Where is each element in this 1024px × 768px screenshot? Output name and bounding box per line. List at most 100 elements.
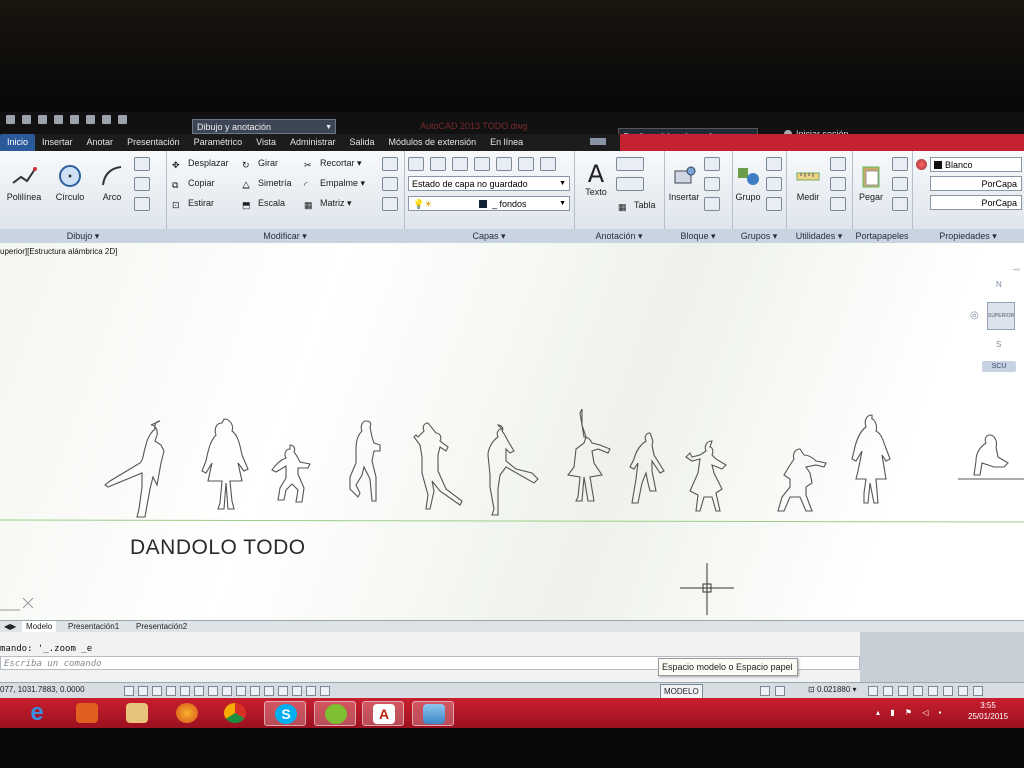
mirror-button[interactable]: ⧋ Simetría xyxy=(242,178,292,192)
dimension-icon[interactable] xyxy=(616,157,644,171)
color-select[interactable]: Blanco xyxy=(930,157,1022,172)
tab-anotar[interactable]: Anotar xyxy=(80,134,121,151)
otrack-icon[interactable] xyxy=(222,686,232,696)
app-menu-icon[interactable] xyxy=(6,115,15,124)
linetype-select[interactable]: PorCapa xyxy=(930,176,1022,191)
clean-screen-icon[interactable] xyxy=(958,686,968,696)
id-point-icon[interactable] xyxy=(830,177,846,191)
new-icon[interactable] xyxy=(22,115,31,124)
polar-icon[interactable] xyxy=(180,686,190,696)
paste-button[interactable]: Pegar xyxy=(854,163,888,202)
table-button[interactable]: ▦ Tabla xyxy=(618,200,656,214)
tab-salida[interactable]: Salida xyxy=(343,134,382,151)
stretch-button[interactable]: ⊡ Estirar xyxy=(172,198,214,212)
system-tray[interactable]: ▴ ▮ ⚑ ◁ ▪ xyxy=(876,708,945,717)
hatch-icon[interactable] xyxy=(134,177,150,191)
rectangle-icon[interactable] xyxy=(134,157,150,171)
taskbar-app-spotify[interactable] xyxy=(314,701,356,726)
ducs-icon[interactable] xyxy=(236,686,246,696)
layer-freeze-icon[interactable] xyxy=(474,157,490,171)
snap-icon[interactable] xyxy=(138,686,148,696)
quick-properties-icon[interactable] xyxy=(292,686,302,696)
open-icon[interactable] xyxy=(38,115,47,124)
cut-icon[interactable] xyxy=(892,157,908,171)
dyn-icon[interactable] xyxy=(250,686,260,696)
panel-anotacion-label[interactable]: Anotación ▾ xyxy=(574,229,664,243)
selection-cycling-icon[interactable] xyxy=(306,686,316,696)
rotate-button[interactable]: ↻ Girar xyxy=(242,158,278,172)
taskbar-app-skype[interactable]: S xyxy=(264,701,306,726)
save-icon[interactable] xyxy=(54,115,63,124)
panel-modificar-label[interactable]: Modificar ▾ xyxy=(166,229,404,243)
tab-parametrico[interactable]: Paramétrico xyxy=(187,134,250,151)
attribute-icon[interactable] xyxy=(704,197,720,211)
panel-dibujo-label[interactable]: Dibujo ▾ xyxy=(0,229,166,243)
layer-lock-icon[interactable] xyxy=(518,157,534,171)
layer-select[interactable]: 💡☀ _ fondos ▼ xyxy=(408,196,570,211)
scale-button[interactable]: ⬒ Escala xyxy=(242,198,285,212)
group-edit-icon[interactable] xyxy=(766,177,782,191)
taskbar-app-autocad[interactable]: A xyxy=(362,701,404,726)
panel-utilidades-label[interactable]: Utilidades ▾ xyxy=(786,229,852,243)
status-menu-icon[interactable] xyxy=(973,686,983,696)
group-select-icon[interactable] xyxy=(766,197,782,211)
taskbar-app-photos[interactable] xyxy=(412,701,454,726)
match-icon[interactable] xyxy=(916,159,927,170)
ungroup-icon[interactable] xyxy=(766,157,782,171)
workspace-select[interactable]: Dibujo y anotación ▼ xyxy=(192,119,336,134)
quick-view-drawings-icon[interactable] xyxy=(775,686,785,696)
hardware-acceleration-icon[interactable] xyxy=(943,686,953,696)
grid-icon[interactable] xyxy=(152,686,162,696)
taskbar-app-firefox[interactable] xyxy=(166,701,208,726)
tab-inicio[interactable]: Inicio xyxy=(0,134,36,151)
taskbar-app-explorer[interactable] xyxy=(116,701,158,726)
explode-icon[interactable] xyxy=(382,177,398,191)
ellipse-icon[interactable] xyxy=(134,197,150,211)
tab-administrar[interactable]: Administrar xyxy=(283,134,343,151)
measure-button[interactable]: Medir xyxy=(788,163,828,202)
group-button[interactable]: Grupo xyxy=(732,163,764,202)
tab-en-linea[interactable]: En línea xyxy=(483,134,530,151)
panel-propiedades-label[interactable]: Propiedades ▾ xyxy=(912,229,1024,243)
edit-block-icon[interactable] xyxy=(704,177,720,191)
offset-icon[interactable] xyxy=(382,197,398,211)
osnap-icon[interactable] xyxy=(194,686,204,696)
copy-clip-icon[interactable] xyxy=(892,177,908,191)
panel-capas-label[interactable]: Capas ▾ xyxy=(404,229,574,243)
annotation-monitor-icon[interactable] xyxy=(320,686,330,696)
taskbar-app-chrome[interactable] xyxy=(214,701,256,726)
taskbar-app-media[interactable] xyxy=(66,701,108,726)
taskbar-app-ie[interactable]: e xyxy=(16,701,58,726)
polyline-button[interactable]: Polilínea xyxy=(4,163,44,202)
match-properties-icon[interactable] xyxy=(892,197,908,211)
panel-portapapeles-label[interactable]: Portapapeles xyxy=(852,229,912,243)
tab-modulos[interactable]: Módulos de extensión xyxy=(382,134,484,151)
isolate-objects-icon[interactable] xyxy=(928,686,938,696)
move-button[interactable]: ✥ Desplazar xyxy=(172,158,229,172)
auto-scale-icon[interactable] xyxy=(883,686,893,696)
redo-icon[interactable] xyxy=(118,115,127,124)
layer-state-select[interactable]: Estado de capa no guardado ▼ xyxy=(408,176,570,191)
tab-presentacion[interactable]: Presentación xyxy=(120,134,187,151)
coordinates-display[interactable]: 077, 1031.7883, 0.0000 xyxy=(0,685,85,694)
erase-icon[interactable] xyxy=(382,157,398,171)
lineweight-select[interactable]: PorCapa xyxy=(930,195,1022,210)
transparency-icon[interactable] xyxy=(278,686,288,696)
layer-isolate-icon[interactable] xyxy=(452,157,468,171)
tab-insertar[interactable]: Insertar xyxy=(35,134,80,151)
fillet-button[interactable]: ◜ Empalme ▾ xyxy=(304,178,365,192)
ortho-icon[interactable] xyxy=(166,686,176,696)
circle-button[interactable]: Círculo xyxy=(50,163,90,202)
infer-constraints-icon[interactable] xyxy=(124,686,134,696)
annotation-visibility-icon[interactable] xyxy=(868,686,878,696)
layer-state-icon[interactable] xyxy=(430,157,446,171)
calculator-icon[interactable] xyxy=(830,197,846,211)
lineweight-icon[interactable] xyxy=(264,686,274,696)
undo-icon[interactable] xyxy=(102,115,111,124)
trim-button[interactable]: ✂ Recortar ▾ xyxy=(304,158,362,172)
leader-icon[interactable] xyxy=(616,177,644,191)
text-button[interactable]: A Texto xyxy=(578,161,614,197)
layer-properties-icon[interactable] xyxy=(408,157,424,171)
arc-button[interactable]: Arco xyxy=(94,163,130,202)
tab-vista[interactable]: Vista xyxy=(249,134,283,151)
